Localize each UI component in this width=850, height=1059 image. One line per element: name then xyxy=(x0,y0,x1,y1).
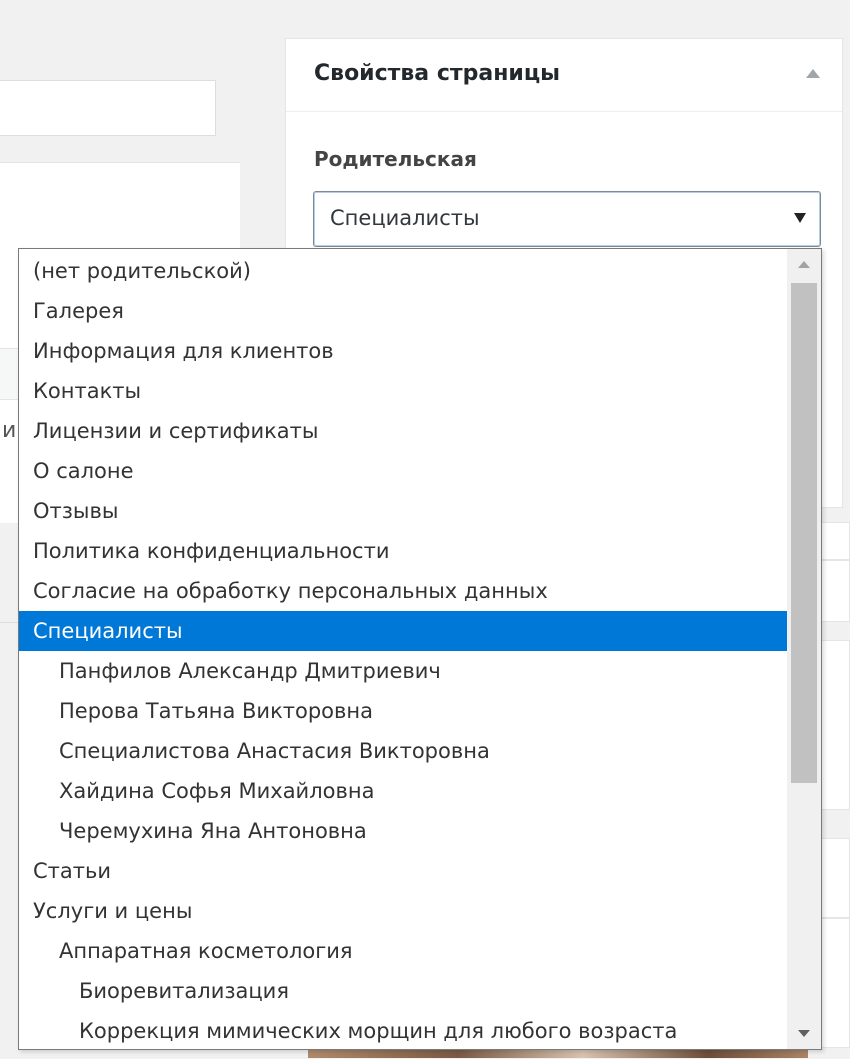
parent-select-value: Специалисты xyxy=(330,206,480,230)
dropdown-option[interactable]: (нет родительской) xyxy=(19,251,787,291)
dropdown-option[interactable]: Контакты xyxy=(19,371,787,411)
parent-label: Родительская xyxy=(314,147,477,171)
scroll-up-arrow-icon[interactable] xyxy=(787,249,821,279)
dropdown-option[interactable]: Панфилов Александр Дмитриевич xyxy=(19,651,787,691)
dropdown-option[interactable]: Согласие на обработку персональных данны… xyxy=(19,571,787,611)
dropdown-option[interactable]: Биоревитализация xyxy=(19,971,787,1011)
dropdown-option[interactable]: Статьи xyxy=(19,851,787,891)
scroll-down-arrow-icon[interactable] xyxy=(787,1019,821,1049)
chevron-down-icon xyxy=(794,213,806,223)
dropdown-option[interactable]: Информация для клиентов xyxy=(19,331,787,371)
dropdown-option[interactable]: Перова Татьяна Викторовна xyxy=(19,691,787,731)
title-input[interactable] xyxy=(0,80,216,136)
parent-dropdown-list[interactable]: (нет родительской) Галерея Информация для … xyxy=(18,248,822,1050)
collapse-arrow-icon[interactable] xyxy=(806,69,820,78)
dropdown-option[interactable]: Галерея xyxy=(19,291,787,331)
scrollbar-thumb[interactable] xyxy=(791,283,817,783)
page-attributes-title: Свойства страницы xyxy=(314,61,561,86)
dropdown-option[interactable]: Отзывы xyxy=(19,491,787,531)
partial-label: и xyxy=(2,418,17,443)
dropdown-option[interactable]: Специалистова Анастасия Викторовна xyxy=(19,731,787,771)
dropdown-option[interactable]: Коррекция мимических морщин для любого в… xyxy=(19,1011,787,1049)
dropdown-option[interactable]: Политика конфиденциальности xyxy=(19,531,787,571)
dropdown-option[interactable]: Лицензии и сертификаты xyxy=(19,411,787,451)
dropdown-option-selected[interactable]: Специалисты xyxy=(19,611,787,651)
dropdown-option[interactable]: Черемухина Яна Антоновна xyxy=(19,811,787,851)
dropdown-option[interactable]: Услуги и цены xyxy=(19,891,787,931)
dropdown-option[interactable]: О салоне xyxy=(19,451,787,491)
dropdown-option[interactable]: Аппаратная косметология xyxy=(19,931,787,971)
dropdown-option[interactable]: Хайдина Софья Михайловна xyxy=(19,771,787,811)
dropdown-scrollbar[interactable] xyxy=(787,249,821,1049)
parent-select[interactable]: Специалисты xyxy=(313,191,821,247)
page-attributes-header[interactable]: Свойства страницы xyxy=(286,39,842,112)
